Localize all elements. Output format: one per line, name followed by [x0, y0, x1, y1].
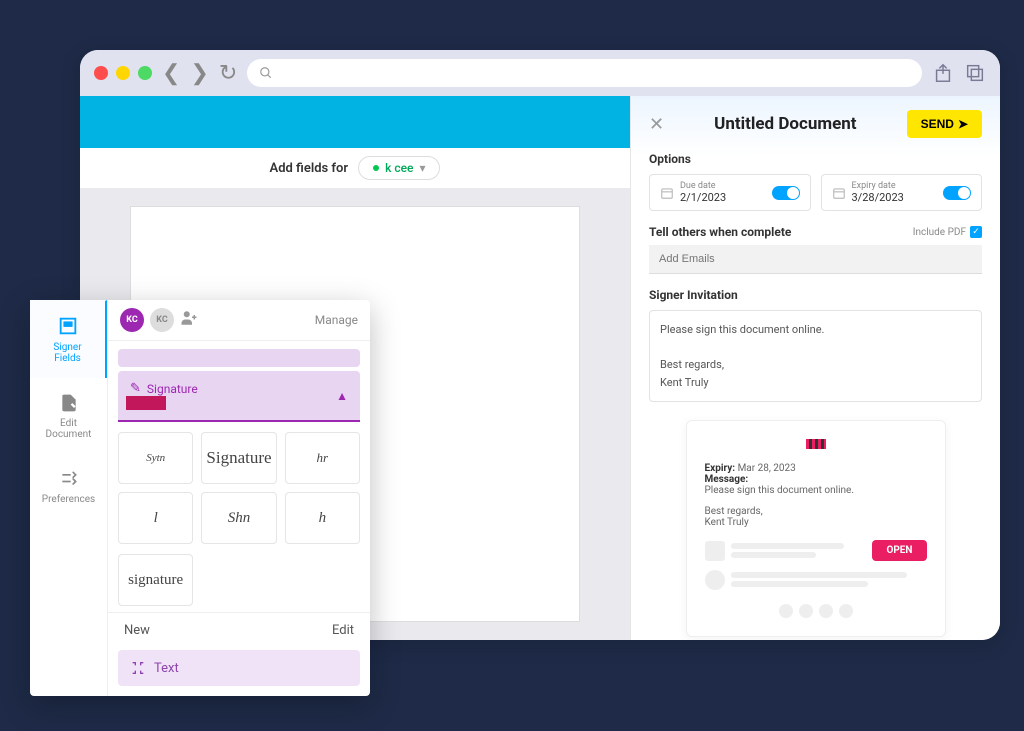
signer-name: k cee — [385, 161, 413, 175]
signature-swatch — [126, 396, 166, 410]
edit-signature-button[interactable]: Edit — [332, 623, 354, 638]
signature-style-1[interactable]: Sytn — [118, 432, 193, 484]
document-title: Untitled Document — [714, 114, 856, 134]
close-panel-button[interactable]: ✕ — [649, 114, 664, 135]
collapsed-field-group[interactable] — [118, 349, 360, 367]
text-field-icon — [130, 660, 146, 676]
send-panel: ✕ Untitled Document SEND ➤ Options Due d… — [630, 96, 1000, 640]
signers-row: KC KC Manage — [108, 300, 370, 341]
fields-main: KC KC Manage ✎ Signature ▲ Sytn Signatur… — [108, 300, 370, 696]
tab-edit-document[interactable]: Edit Document — [30, 378, 107, 454]
signature-icon: ✎ — [130, 381, 141, 396]
signature-style-3[interactable]: hr — [285, 432, 360, 484]
expiry-date-toggle[interactable] — [943, 186, 971, 200]
preview-expiry-value: Mar 28, 2023 — [738, 463, 796, 474]
tell-others-label: Tell others when complete — [649, 225, 791, 239]
send-button[interactable]: SEND ➤ — [907, 110, 982, 138]
email-preview-card: Expiry: Mar 28, 2023 Message: Please sig… — [686, 420, 946, 637]
emails-input[interactable] — [649, 245, 982, 274]
preview-avatar-skel — [705, 570, 725, 590]
side-tabs: Signer Fields Edit Document Preferences — [30, 300, 108, 696]
fields-for-bar: Add fields for k cee ▾ — [80, 148, 630, 188]
preview-open-button[interactable]: OPEN — [872, 540, 926, 561]
include-pdf-row[interactable]: Include PDF ✓ — [913, 226, 982, 238]
signature-style-7[interactable]: signature — [118, 554, 193, 606]
signer-avatar-active[interactable]: KC — [120, 308, 144, 332]
search-icon — [259, 66, 273, 80]
copy-icon[interactable] — [964, 62, 986, 84]
due-date-toggle[interactable] — [772, 186, 800, 200]
preferences-icon — [59, 469, 79, 489]
chevron-down-icon: ▾ — [419, 161, 425, 175]
options-label: Options — [649, 152, 982, 166]
tab-label: Edit Document — [34, 418, 103, 440]
preview-thumb — [705, 541, 725, 561]
due-date-box[interactable]: Due date 2/1/2023 — [649, 174, 811, 211]
reload-button[interactable]: ↻ — [219, 61, 237, 86]
calendar-icon — [660, 186, 674, 200]
invitation-textarea[interactable]: Please sign this document online. Best r… — [649, 310, 982, 402]
collapse-icon[interactable]: ▲ — [336, 389, 348, 403]
expiry-date-box[interactable]: Expiry date 3/28/2023 — [821, 174, 983, 211]
text-field-label: Text — [154, 661, 179, 676]
calendar-icon — [832, 186, 846, 200]
manage-signers-link[interactable]: Manage — [315, 313, 358, 327]
invitation-label: Signer Invitation — [649, 288, 982, 302]
add-signer-button[interactable] — [180, 309, 198, 331]
send-button-label: SEND — [921, 117, 954, 131]
forward-button[interactable]: ❯ — [190, 61, 208, 86]
tab-label: Preferences — [34, 494, 103, 505]
browser-toolbar: ❮ ❯ ↻ — [80, 50, 1000, 96]
preview-dots — [705, 604, 927, 618]
preview-logo — [806, 439, 826, 449]
send-arrow-icon: ➤ — [958, 117, 968, 131]
back-button[interactable]: ❮ — [162, 61, 180, 86]
include-pdf-label: Include PDF — [913, 227, 966, 238]
tab-signer-fields[interactable]: Signer Fields — [30, 300, 107, 378]
app-header-bar — [80, 96, 630, 148]
signer-avatar-inactive[interactable]: KC — [150, 308, 174, 332]
preview-expiry-label: Expiry: — [705, 463, 736, 474]
include-pdf-checkbox[interactable]: ✓ — [970, 226, 982, 238]
due-date-value: 2/1/2023 — [680, 191, 726, 204]
due-date-label: Due date — [680, 181, 726, 191]
preview-message-label: Message: — [705, 474, 749, 485]
share-icon[interactable] — [932, 62, 954, 84]
expiry-date-label: Expiry date — [852, 181, 904, 191]
signature-style-5[interactable]: Shn — [201, 492, 276, 544]
url-bar[interactable] — [247, 59, 922, 87]
person-plus-icon — [180, 309, 198, 327]
signer-status-dot — [373, 165, 379, 171]
edit-document-icon — [59, 393, 79, 413]
close-window-dot[interactable] — [94, 66, 108, 80]
tab-preferences[interactable]: Preferences — [30, 454, 107, 519]
signature-style-2[interactable]: Signature — [201, 432, 276, 484]
window-controls[interactable] — [94, 66, 152, 80]
signature-field-header[interactable]: ✎ Signature ▲ — [118, 371, 360, 422]
tab-label: Signer Fields — [34, 342, 101, 364]
signature-style-4[interactable]: l — [118, 492, 193, 544]
preview-regards: Best regards, — [705, 506, 927, 517]
signature-label: Signature — [147, 382, 198, 396]
fields-for-label: Add fields for — [270, 161, 349, 176]
signer-fields-popup: Signer Fields Edit Document Preferences … — [30, 300, 370, 696]
maximize-window-dot[interactable] — [138, 66, 152, 80]
signature-actions: New Edit — [108, 612, 370, 650]
text-field-row[interactable]: Text — [118, 650, 360, 686]
signer-chip[interactable]: k cee ▾ — [358, 156, 440, 180]
signature-style-6[interactable]: h — [285, 492, 360, 544]
minimize-window-dot[interactable] — [116, 66, 130, 80]
signer-fields-icon — [57, 315, 79, 337]
preview-sender: Kent Truly — [705, 517, 927, 528]
new-signature-button[interactable]: New — [124, 623, 150, 638]
expiry-date-value: 3/28/2023 — [852, 191, 904, 204]
signature-grid: Sytn Signature hr l Shn h — [118, 432, 360, 544]
preview-message-line1: Please sign this document online. — [705, 485, 927, 496]
